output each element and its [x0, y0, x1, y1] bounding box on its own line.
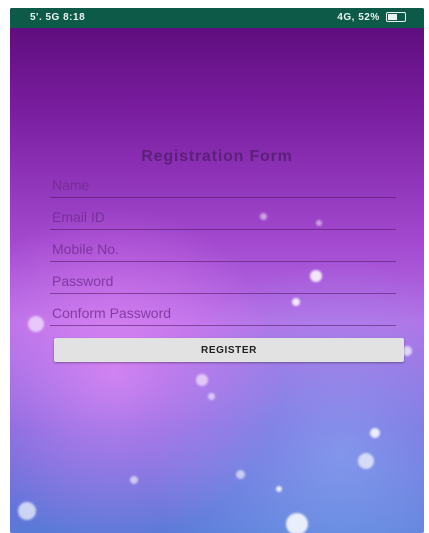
name-input[interactable]: [50, 173, 396, 197]
bokeh-light: [130, 476, 138, 484]
battery-icon: [386, 12, 406, 23]
email-input[interactable]: [50, 205, 396, 229]
bokeh-light: [236, 470, 245, 479]
status-indicators: 4G, 52%: [337, 12, 406, 23]
phone-screen: 5'. 5G 8:18 4G, 52% Registration Form RE…: [10, 8, 424, 533]
mobile-input[interactable]: [50, 237, 396, 261]
bokeh-light: [28, 316, 44, 332]
bokeh-light: [196, 374, 208, 386]
confirm-password-field[interactable]: [50, 301, 396, 326]
name-field[interactable]: [50, 173, 396, 198]
bokeh-light: [286, 513, 308, 533]
bokeh-light: [370, 428, 380, 438]
register-button[interactable]: REGISTER: [54, 338, 404, 362]
form-title: Registration Form: [141, 148, 293, 165]
confirm-password-input[interactable]: [50, 301, 396, 325]
status-time: 5'. 5G 8:18: [30, 12, 86, 23]
status-right-text: 4G, 52%: [337, 12, 380, 23]
email-field[interactable]: [50, 205, 396, 230]
password-input[interactable]: [50, 269, 396, 293]
bokeh-light: [358, 453, 374, 469]
bokeh-light: [276, 486, 282, 492]
mobile-field[interactable]: [50, 237, 396, 262]
status-bar: 5'. 5G 8:18 4G, 52%: [10, 8, 424, 28]
bokeh-light: [208, 393, 215, 400]
bokeh-light: [18, 502, 36, 520]
password-field[interactable]: [50, 269, 396, 294]
